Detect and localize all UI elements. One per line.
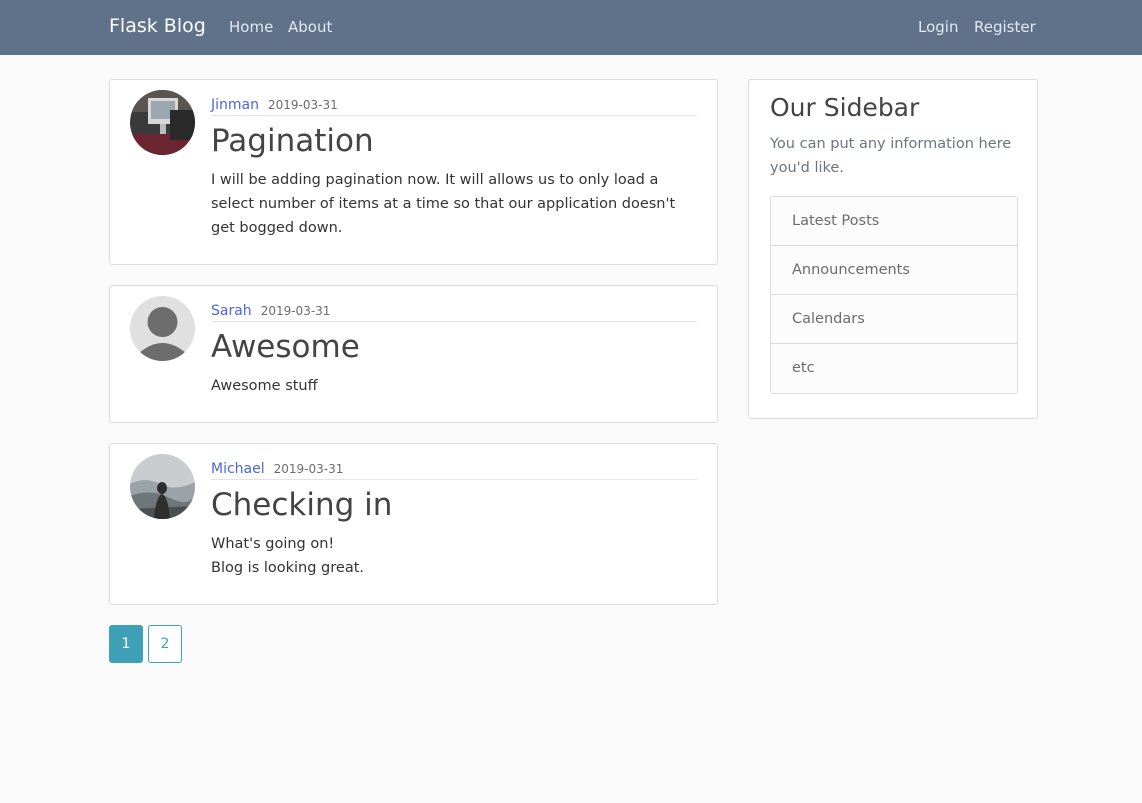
landscape-avatar-icon xyxy=(130,454,195,519)
post-meta: Sarah 2019-03-31 xyxy=(211,300,697,322)
post-date: 2019-03-31 xyxy=(260,304,331,318)
author-link[interactable]: Sarah xyxy=(211,303,252,319)
sidebar-item-latest-posts[interactable]: Latest Posts xyxy=(771,197,1017,246)
sidebar-item-announcements[interactable]: Announcements xyxy=(771,246,1017,295)
photo-avatar-icon xyxy=(130,90,195,155)
default-user-avatar-icon xyxy=(130,296,195,361)
post-date: 2019-03-31 xyxy=(267,98,338,112)
post-content-line: I will be adding pagination now. It will… xyxy=(211,172,676,236)
post-content: I will be adding pagination now. It will… xyxy=(211,168,699,240)
post-title[interactable]: Awesome xyxy=(211,329,360,365)
post-date: 2019-03-31 xyxy=(273,462,344,476)
sidebar-item-calendars[interactable]: Calendars xyxy=(771,295,1017,344)
nav-login-link[interactable]: Login xyxy=(918,18,958,36)
brand-link[interactable]: Flask Blog xyxy=(109,15,206,37)
post-card: Sarah 2019-03-31 Awesome Awesome stuff xyxy=(109,285,718,423)
author-link[interactable]: Michael xyxy=(211,461,265,477)
page-2-button[interactable]: 2 xyxy=(148,625,182,663)
post-content: What's going on! Blog is looking great. xyxy=(211,532,699,580)
post-content-line: Blog is looking great. xyxy=(211,560,365,576)
author-avatar xyxy=(130,454,195,519)
author-link[interactable]: Jinman xyxy=(211,97,259,113)
post-meta: Jinman 2019-03-31 xyxy=(211,94,697,116)
sidebar: Our Sidebar You can put any information … xyxy=(748,79,1038,419)
nav-home-link[interactable]: Home xyxy=(229,18,273,36)
nav-register-link[interactable]: Register xyxy=(974,18,1036,36)
page-1-button[interactable]: 1 xyxy=(109,625,143,663)
sidebar-title: Our Sidebar xyxy=(770,93,920,122)
post-title[interactable]: Checking in xyxy=(211,487,392,523)
post-meta: Michael 2019-03-31 xyxy=(211,458,697,480)
post-card: Michael 2019-03-31 Checking in What's goi… xyxy=(109,443,718,605)
post-content: Awesome stuff xyxy=(211,374,699,398)
post-title[interactable]: Pagination xyxy=(211,123,374,159)
sidebar-item-etc[interactable]: etc xyxy=(771,344,1017,393)
post-content-line: Awesome stuff xyxy=(211,378,318,394)
post-card: Jinman 2019-03-31 Pagination I will be ad… xyxy=(109,79,718,265)
nav-about-link[interactable]: About xyxy=(288,18,332,36)
sidebar-list: Latest Posts Announcements Calendars etc xyxy=(770,196,1018,394)
navbar: Flask Blog Home About Login Register xyxy=(0,0,1142,55)
author-avatar xyxy=(130,296,195,361)
author-avatar xyxy=(130,90,195,155)
post-content-line: What's going on! xyxy=(211,536,335,552)
sidebar-description: You can put any information here you'd l… xyxy=(770,136,1012,176)
